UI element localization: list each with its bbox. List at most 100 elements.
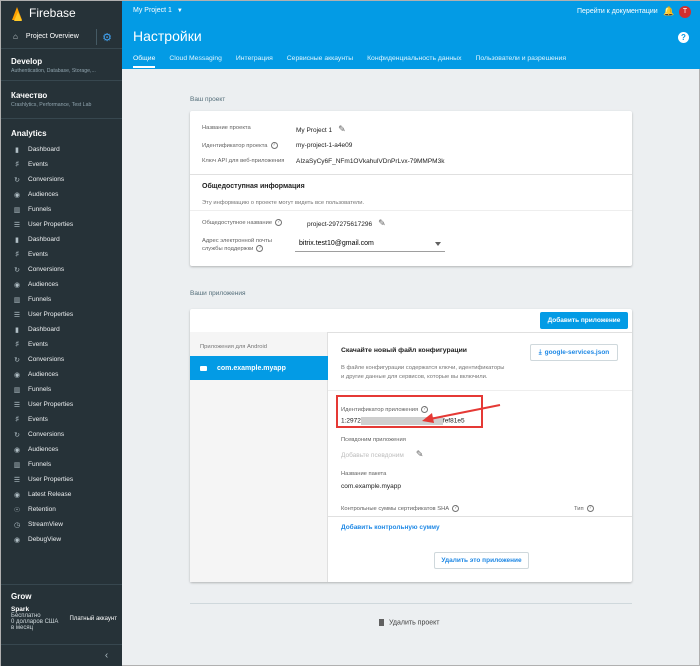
sidebar-item-funnels[interactable]: ▥ Funnels: [1, 457, 122, 472]
help-circle-icon[interactable]: ?: [452, 505, 460, 512]
sidebar-item-latest-release[interactable]: ◉ Latest Release: [1, 487, 122, 502]
docs-link[interactable]: Перейти к документации: [577, 8, 658, 15]
section-title: Develop: [11, 57, 43, 66]
sidebar-item-dashboard[interactable]: ▮ Dashboard: [1, 232, 122, 247]
tab-service-accounts[interactable]: Сервисные аккаунты: [287, 55, 353, 68]
conversions-icon: ↻: [14, 356, 20, 364]
edit-pencil-icon[interactable]: ✎: [416, 449, 424, 460]
sidebar-item-audiences[interactable]: ◉ Audiences: [1, 187, 122, 202]
streamview-icon: ◷: [13, 521, 21, 529]
sha-type-label-text: Тип: [574, 506, 584, 513]
tab-users-permissions[interactable]: Пользователи и разрешения: [475, 55, 566, 68]
help-circle-icon[interactable]: ?: [586, 505, 594, 512]
sidebar-item-label: Funnels: [28, 296, 52, 303]
sidebar-item-audiences[interactable]: ◉ Audiences: [1, 277, 122, 292]
delete-app-button[interactable]: Удалить это приложение: [434, 552, 529, 569]
help-circle-icon[interactable]: ?: [256, 245, 264, 252]
add-app-button[interactable]: Добавить приложение: [540, 312, 628, 329]
sidebar-item-label: Conversions: [28, 356, 65, 363]
sidebar-item-label: Dashboard: [28, 146, 60, 153]
sidebar-item-events[interactable]: ♯ Events: [1, 337, 122, 352]
tab-general[interactable]: Общие: [133, 55, 156, 68]
config-desc-line1: В файле конфигурации содержатся ключи, и…: [341, 365, 505, 371]
sidebar-item-dashboard[interactable]: ▮ Dashboard: [1, 322, 122, 337]
sidebar-section-quality[interactable]: Качество Crashlytics, Performance, Test …: [1, 81, 122, 119]
tab-cloud-messaging[interactable]: Cloud Messaging: [169, 55, 222, 68]
tab-integrations[interactable]: Интеграция: [236, 55, 273, 68]
project-name-label: Название проекта: [202, 125, 251, 131]
section-subtitle: Crashlytics, Performance, Test Lab: [11, 102, 92, 108]
package-name-value: com.example.myapp: [341, 483, 401, 490]
sidebar-item-user-properties[interactable]: ☰ User Properties: [1, 472, 122, 487]
sidebar-item-label: Events: [28, 416, 48, 423]
sidebar-item-label: Funnels: [28, 206, 52, 213]
divider: [190, 174, 632, 175]
sidebar-item-funnels[interactable]: ▥ Funnels: [1, 292, 122, 307]
user-properties-icon: ☰: [13, 401, 21, 409]
sidebar-item-audiences[interactable]: ◉ Audiences: [1, 442, 122, 457]
tab-data-privacy[interactable]: Конфиденциальность данных: [367, 55, 461, 68]
edit-pencil-icon[interactable]: ✎: [378, 218, 386, 229]
user-properties-icon: ☰: [13, 221, 21, 229]
sidebar-item-debugview[interactable]: ◉ DebugView: [1, 532, 122, 547]
sidebar-section-develop[interactable]: Develop Authentication, Database, Storag…: [1, 49, 122, 81]
download-config-button[interactable]: ⤓ google-services.json: [530, 344, 618, 361]
section-title: Качество: [11, 91, 48, 100]
collapse-sidebar-button[interactable]: ‹: [1, 644, 122, 666]
sidebar-item-user-properties[interactable]: ☰ User Properties: [1, 307, 122, 322]
config-desc-line2: и другие данные для сервисов, которые вы…: [341, 374, 488, 380]
public-name-label: Общедоступное название?: [202, 219, 283, 227]
sidebar-item-dashboard[interactable]: ▮ Dashboard: [1, 142, 122, 157]
sidebar-item-user-properties[interactable]: ☰ User Properties: [1, 397, 122, 412]
firebase-logo[interactable]: Firebase: [1, 1, 122, 25]
public-info-desc: Эту информацию о проекте могут видеть вс…: [202, 200, 365, 206]
sidebar-item-label: Retention: [28, 506, 56, 513]
public-info-title: Общедоступная информация: [202, 183, 305, 190]
delete-project-button[interactable]: Удалить проект: [379, 619, 440, 626]
conversions-icon: ↻: [14, 431, 20, 439]
notifications-bell-icon[interactable]: 🔔: [663, 6, 674, 17]
project-selector[interactable]: My Project 1 ▼: [133, 7, 183, 14]
sidebar-item-funnels[interactable]: ▥ Funnels: [1, 382, 122, 397]
sidebar-item-label: StreamView: [28, 521, 63, 528]
project-overview-link[interactable]: ⌂ Project Overview ⚙: [1, 25, 122, 49]
android-apps-header: Приложения для Android: [200, 344, 268, 350]
sidebar-item-conversions[interactable]: ↻ Conversions: [1, 427, 122, 442]
events-icon: ♯: [15, 416, 19, 423]
support-email-select[interactable]: bitrix.test10@gmail.com: [295, 236, 445, 252]
sidebar-item-streamview[interactable]: ◷ StreamView: [1, 517, 122, 532]
sidebar-item-label: Dashboard: [28, 236, 60, 243]
sidebar-item-label: DebugView: [28, 536, 62, 543]
download-icon: ⤓: [538, 349, 542, 356]
sidebar-item-conversions[interactable]: ↻ Conversions: [1, 262, 122, 277]
sidebar-item-label: Audiences: [28, 371, 59, 378]
sidebar-item-label: Events: [28, 341, 48, 348]
sidebar-item-user-properties[interactable]: ☰ User Properties: [1, 217, 122, 232]
events-icon: ♯: [15, 251, 19, 258]
sidebar-item-label: Funnels: [28, 386, 52, 393]
sidebar-item-label: Audiences: [28, 191, 59, 198]
sidebar-item-conversions[interactable]: ↻ Conversions: [1, 172, 122, 187]
main-content: Ваш проект Название проекта My Project 1…: [122, 69, 700, 666]
sidebar-item-label: Events: [28, 161, 48, 168]
sidebar-item-events[interactable]: ♯ Events: [1, 247, 122, 262]
paid-plan-link[interactable]: Платный аккаунт: [70, 616, 117, 622]
avatar[interactable]: T: [679, 6, 691, 18]
sidebar-item-events[interactable]: ♯ Events: [1, 157, 122, 172]
sidebar-item-audiences[interactable]: ◉ Audiences: [1, 367, 122, 382]
sidebar-section-grow[interactable]: Grow: [1, 584, 122, 608]
sidebar-item-conversions[interactable]: ↻ Conversions: [1, 352, 122, 367]
sidebar-item-funnels[interactable]: ▥ Funnels: [1, 202, 122, 217]
help-icon[interactable]: ?: [678, 32, 689, 43]
help-circle-icon[interactable]: ?: [275, 219, 283, 226]
public-name-label-text: Общедоступное название: [202, 220, 273, 227]
sidebar-item-events[interactable]: ♯ Events: [1, 412, 122, 427]
sidebar-item-retention[interactable]: ☉ Retention: [1, 502, 122, 517]
edit-pencil-icon[interactable]: ✎: [338, 124, 346, 135]
add-checksum-link[interactable]: Добавить контрольную сумму: [341, 524, 440, 531]
audiences-icon: ◉: [13, 191, 21, 199]
analytics-items: ▮ Dashboard ♯ Events ↻ Conversions ◉ Audiences ▥…: [1, 142, 122, 547]
app-list-item[interactable]: com.example.myapp: [190, 356, 328, 380]
settings-gear-icon[interactable]: ⚙: [102, 31, 112, 44]
help-circle-icon[interactable]: ?: [270, 142, 278, 149]
